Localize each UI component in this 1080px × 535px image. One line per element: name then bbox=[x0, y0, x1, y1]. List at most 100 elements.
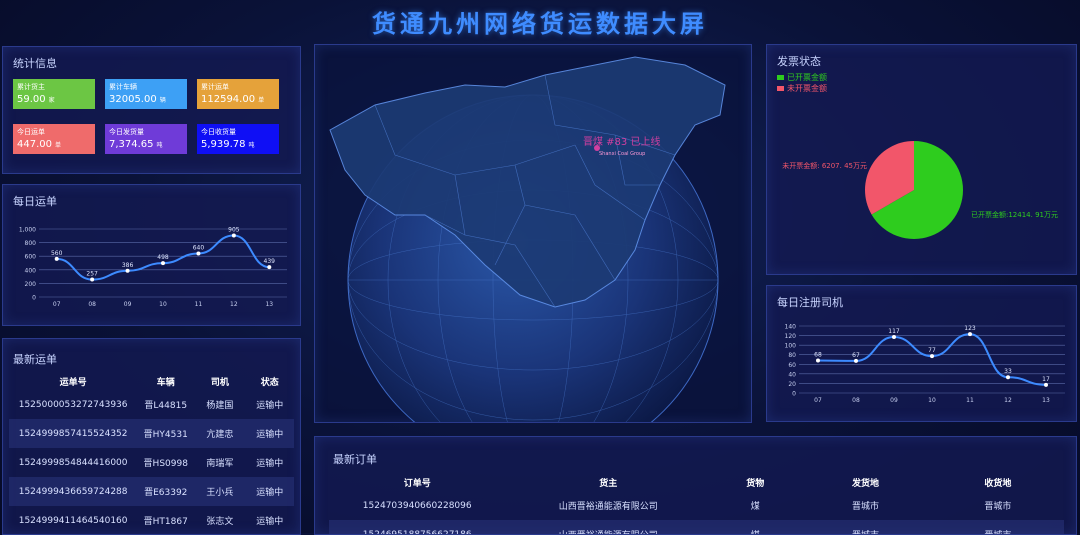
table-cell: 晋城市 bbox=[852, 502, 880, 512]
x-tick-label: 10 bbox=[159, 301, 167, 308]
data-point[interactable] bbox=[968, 332, 972, 337]
invoice-pie-chart: 已开票金额:12414. 91万元 未开票金额: 6207. 45万元 bbox=[782, 141, 1058, 239]
stat-tile-value: 112594.00 单 bbox=[201, 94, 265, 105]
y-tick-label: 80 bbox=[788, 352, 796, 359]
data-point[interactable] bbox=[196, 251, 201, 256]
daily-driver-panel: 每日注册司机 0 20 40 60 80 100 120 140 07 08 09 10 11 12 13 6… bbox=[766, 285, 1077, 422]
x-tick-label: 12 bbox=[230, 301, 238, 308]
table-cell: 南瑞军 bbox=[206, 459, 234, 469]
column-header: 收货地 bbox=[984, 478, 1012, 489]
table-cell: 运输中 bbox=[256, 459, 284, 469]
stat-tile-unit: 吨 bbox=[248, 142, 255, 149]
column-header: 车辆 bbox=[156, 377, 175, 388]
latest-waybills-panel: 最新运单 运单号 车辆 司机 状态 1525000053272743936 晋L4481… bbox=[2, 338, 301, 535]
stats-title: 统计信息 bbox=[13, 57, 57, 70]
data-label: 560 bbox=[51, 250, 63, 257]
y-tick-label: 20 bbox=[788, 381, 796, 388]
globe-map[interactable]: 晋煤 #83 已上线 Shanxi Coal Group bbox=[315, 45, 751, 422]
table-cell: 1524999411464540160 bbox=[18, 515, 128, 526]
table-cell: 晋L44815 bbox=[144, 401, 188, 411]
page-title: 货通九州网络货运数据大屏 bbox=[372, 10, 708, 38]
data-point[interactable] bbox=[267, 265, 272, 270]
table-cell: 1525000053272743936 bbox=[18, 399, 128, 410]
stat-tile-unit: 单 bbox=[258, 97, 265, 104]
stat-tile: 累计车辆 32005.00 辆 bbox=[105, 79, 187, 109]
data-point[interactable] bbox=[231, 233, 236, 238]
x-tick-label: 10 bbox=[928, 397, 936, 404]
x-tick-label: 07 bbox=[53, 301, 61, 308]
data-point[interactable] bbox=[1044, 382, 1048, 387]
data-label: 640 bbox=[193, 244, 205, 251]
table-cell: 1524703940660228096 bbox=[362, 500, 472, 511]
stat-tile-unit: 家 bbox=[48, 97, 55, 104]
stat-tile-value: 7,374.65 吨 bbox=[109, 139, 163, 150]
stat-tile: 今日发货量 7,374.65 吨 bbox=[105, 124, 187, 154]
data-point[interactable] bbox=[54, 256, 59, 261]
data-point[interactable] bbox=[125, 268, 130, 273]
x-tick-label: 09 bbox=[890, 397, 898, 404]
stat-tile-label: 累计车辆 bbox=[109, 83, 137, 91]
column-header: 货物 bbox=[746, 478, 765, 489]
y-tick-label: 100 bbox=[785, 343, 797, 350]
data-label: 905 bbox=[228, 226, 240, 233]
table-cell: 煤 bbox=[750, 502, 760, 512]
data-point[interactable] bbox=[816, 358, 820, 363]
table-cell: 晋HT1867 bbox=[143, 517, 188, 527]
table-cell: 晋E63392 bbox=[144, 488, 188, 498]
invoice-panel: 发票状态 已开票金额 未开票金额 已开票金额:12414. 91万元 未开票金额: … bbox=[766, 44, 1077, 275]
data-label: 498 bbox=[157, 254, 169, 261]
table-row[interactable]: 1524999857415524352 晋HY4531 亢建忠 运输中 bbox=[9, 419, 294, 448]
y-tick-label: 800 bbox=[25, 240, 37, 247]
stat-tile-label: 今日收货量 bbox=[201, 128, 236, 136]
table-row[interactable]: 1525000053272743936 晋L44815 杨建国 运输中 bbox=[9, 390, 294, 419]
column-header: 司机 bbox=[210, 377, 229, 388]
data-point[interactable] bbox=[892, 335, 896, 340]
stat-tile-unit: 吨 bbox=[156, 142, 163, 149]
stat-tile-unit: 辆 bbox=[159, 97, 166, 104]
column-header: 运单号 bbox=[59, 377, 87, 388]
data-label: 67 bbox=[852, 352, 860, 359]
table-cell: 1524999436659724288 bbox=[18, 486, 128, 497]
table-cell: 运输中 bbox=[256, 430, 284, 440]
stat-tile-value: 5,939.78 吨 bbox=[201, 139, 255, 150]
table-cell: 王小兵 bbox=[206, 488, 234, 498]
data-point[interactable] bbox=[90, 277, 95, 282]
data-point[interactable] bbox=[1006, 375, 1010, 380]
table-row[interactable]: 1524999436659724288 晋E63392 王小兵 运输中 bbox=[9, 477, 294, 506]
table-cell: 晋HY4531 bbox=[143, 430, 188, 440]
data-point[interactable] bbox=[161, 261, 165, 266]
pie-label: 未开票金额: 6207. 45万元 bbox=[782, 161, 867, 170]
stat-tile-unit: 单 bbox=[55, 142, 62, 149]
map-marker-label: 晋煤 #83 已上线 bbox=[583, 135, 660, 148]
y-tick-label: 400 bbox=[25, 267, 37, 274]
y-tick-label: 0 bbox=[32, 295, 36, 302]
stat-tile-value: 32005.00 辆 bbox=[109, 94, 166, 105]
data-label: 439 bbox=[264, 258, 276, 265]
stat-tile-label: 今日运单 bbox=[17, 128, 45, 136]
map-marker-sublabel: Shanxi Coal Group bbox=[599, 151, 645, 157]
x-tick-label: 11 bbox=[966, 397, 974, 404]
latest-waybills-table: 运单号 车辆 司机 状态 1525000053272743936 晋L44815 杨建国运… bbox=[9, 372, 294, 534]
data-point[interactable] bbox=[854, 358, 858, 363]
table-cell: 运输中 bbox=[256, 401, 284, 411]
table-cell: 运输中 bbox=[256, 488, 284, 498]
column-header: 状态 bbox=[260, 377, 279, 388]
table-cell: 1524999854844416000 bbox=[18, 457, 128, 468]
daily-driver-chart: 0 20 40 60 80 100 120 140 07 08 09 10 11 12 13 68 67 117 7… bbox=[785, 324, 1065, 404]
latest-orders-panel: 最新订单 订单号 货主 货物 发货地 收货地 1524703940660228096 山西… bbox=[314, 436, 1077, 535]
table-row[interactable]: 1524999854844416000 晋HS0998 南瑞军 运输中 bbox=[9, 448, 294, 477]
data-label: 257 bbox=[86, 271, 98, 278]
stat-tile-label: 累计运单 bbox=[201, 83, 229, 91]
table-row[interactable]: 1524999411464540160 晋HT1867 张志文 运输中 bbox=[9, 506, 294, 534]
x-tick-label: 13 bbox=[1042, 397, 1050, 404]
x-tick-label: 11 bbox=[195, 301, 203, 308]
data-label: 123 bbox=[964, 325, 976, 332]
pie-label: 已开票金额:12414. 91万元 bbox=[971, 210, 1058, 219]
table-cell: 运输中 bbox=[256, 517, 284, 527]
y-tick-label: 120 bbox=[785, 333, 797, 340]
data-point[interactable] bbox=[930, 354, 934, 359]
y-tick-label: 1,000 bbox=[19, 227, 36, 234]
y-tick-label: 0 bbox=[792, 391, 796, 398]
latest-orders-table: 订单号 货主 货物 发货地 收货地 1524703940660228096 山西晋裕通能源… bbox=[329, 473, 1064, 534]
table-row[interactable]: 1524703940660228096 山西晋裕通能源有限公司 煤 晋城市 晋城市 bbox=[329, 491, 1064, 520]
